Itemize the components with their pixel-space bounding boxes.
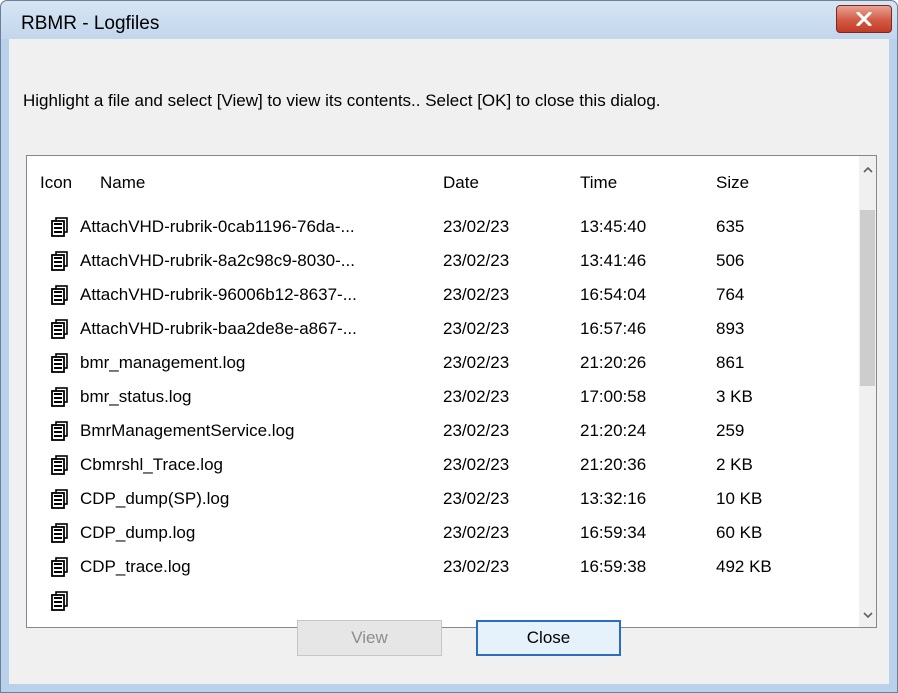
instruction-text: Highlight a file and select [View] to vi… [23,91,661,110]
file-time: 16:59:34 [580,523,647,542]
table-row[interactable]: CDP_dump(SP).log 23/02/23 13:32:16 10 KB [27,482,857,516]
file-size: 2 KB [716,455,753,474]
column-header-size[interactable]: Size [716,173,749,193]
log-file-icon [50,387,70,407]
log-file-icon [50,557,70,577]
log-file-icon [50,523,70,543]
file-date: 23/02/23 [443,353,510,372]
table-row[interactable]: CDP_trace.log 23/02/23 16:59:38 492 KB [27,550,857,584]
log-file-icon [50,251,70,271]
log-file-icon [50,489,70,509]
table-row-partial[interactable] [27,584,857,618]
file-time: 16:54:04 [580,285,647,304]
file-size: 861 [716,353,745,372]
file-time: 13:45:40 [580,217,647,236]
file-time: 21:20:24 [580,421,647,440]
table-row[interactable]: BmrManagementService.log 23/02/23 21:20:24… [27,414,857,448]
table-row[interactable]: bmr_management.log 23/02/23 21:20:26 861 [27,346,857,380]
file-name: CDP_trace.log [80,557,191,576]
table-row[interactable]: bmr_status.log 23/02/23 17:00:58 3 KB [27,380,857,414]
file-size: 10 KB [716,489,763,508]
column-header-date[interactable]: Date [443,173,479,193]
file-date: 23/02/23 [443,285,510,304]
file-name: CDP_dump.log [80,523,196,542]
file-time: 16:57:46 [580,319,647,338]
vertical-scrollbar[interactable] [859,156,876,627]
file-time: 17:00:58 [580,387,647,406]
file-name: AttachVHD-rubrik-96006b12-8637-... [80,285,357,304]
window-close-button[interactable] [836,5,892,33]
table-row[interactable]: CDP_dump.log 23/02/23 16:59:34 60 KB [27,516,857,550]
file-name: AttachVHD-rubrik-0cab1196-76da-... [80,217,355,236]
table-row[interactable]: AttachVHD-rubrik-96006b12-8637-... 23/02/… [27,278,857,312]
file-size: 259 [716,421,745,440]
file-name: BmrManagementService.log [80,421,295,440]
file-size: 492 KB [716,557,772,576]
view-button[interactable]: View [297,620,442,656]
file-date: 23/02/23 [443,489,510,508]
file-size: 3 KB [716,387,753,406]
column-header-name[interactable]: Name [100,173,145,193]
file-name: Cbmrshl_Trace.log [80,455,223,474]
file-date: 23/02/23 [443,523,510,542]
file-date: 23/02/23 [443,217,510,236]
table-row[interactable]: AttachVHD-rubrik-0cab1196-76da-... 23/02/… [27,210,857,244]
logfiles-dialog: RBMR - Logfiles Highlight a file and sel… [0,0,898,693]
file-time: 13:32:16 [580,489,647,508]
column-header-icon[interactable]: Icon [40,173,72,193]
file-name: AttachVHD-rubrik-baa2de8e-a867-... [80,319,357,338]
file-name: AttachVHD-rubrik-8a2c98c9-8030-... [80,251,355,270]
table-row[interactable]: AttachVHD-rubrik-baa2de8e-a867-... 23/02/… [27,312,857,346]
file-size: 893 [716,319,745,338]
file-date: 23/02/23 [443,387,510,406]
dialog-body: Highlight a file and select [View] to vi… [9,39,889,684]
file-size: 60 KB [716,523,763,542]
file-date: 23/02/23 [443,251,510,270]
log-file-icon [50,217,70,237]
file-date: 23/02/23 [443,557,510,576]
file-size: 635 [716,217,745,236]
window-title: RBMR - Logfiles [21,13,160,34]
table-row[interactable]: Cbmrshl_Trace.log 23/02/23 21:20:36 2 KB [27,448,857,482]
logfile-list[interactable]: Icon Name Date Time Size AttachVHD-rubri… [26,155,877,628]
column-header-time[interactable]: Time [580,173,617,193]
title-bar[interactable]: RBMR - Logfiles [1,1,897,39]
scroll-thumb[interactable] [860,210,875,386]
file-time: 21:20:26 [580,353,647,372]
scroll-up-arrow-icon[interactable] [863,166,873,174]
file-name: bmr_management.log [80,353,246,372]
file-size: 506 [716,251,745,270]
log-file-icon [50,591,70,611]
log-file-icon [50,421,70,441]
scroll-down-arrow-icon[interactable] [863,611,873,619]
file-time: 21:20:36 [580,455,647,474]
log-file-icon [50,455,70,475]
file-date: 23/02/23 [443,421,510,440]
file-name: CDP_dump(SP).log [80,489,230,508]
close-button[interactable]: Close [476,620,621,656]
file-time: 16:59:38 [580,557,647,576]
file-name: bmr_status.log [80,387,192,406]
file-date: 23/02/23 [443,319,510,338]
file-date: 23/02/23 [443,455,510,474]
log-file-icon [50,353,70,373]
file-time: 13:41:46 [580,251,647,270]
log-file-icon [50,319,70,339]
file-size: 764 [716,285,745,304]
table-row[interactable]: AttachVHD-rubrik-8a2c98c9-8030-... 23/02/… [27,244,857,278]
log-file-icon [50,285,70,305]
close-x-icon [856,12,872,26]
